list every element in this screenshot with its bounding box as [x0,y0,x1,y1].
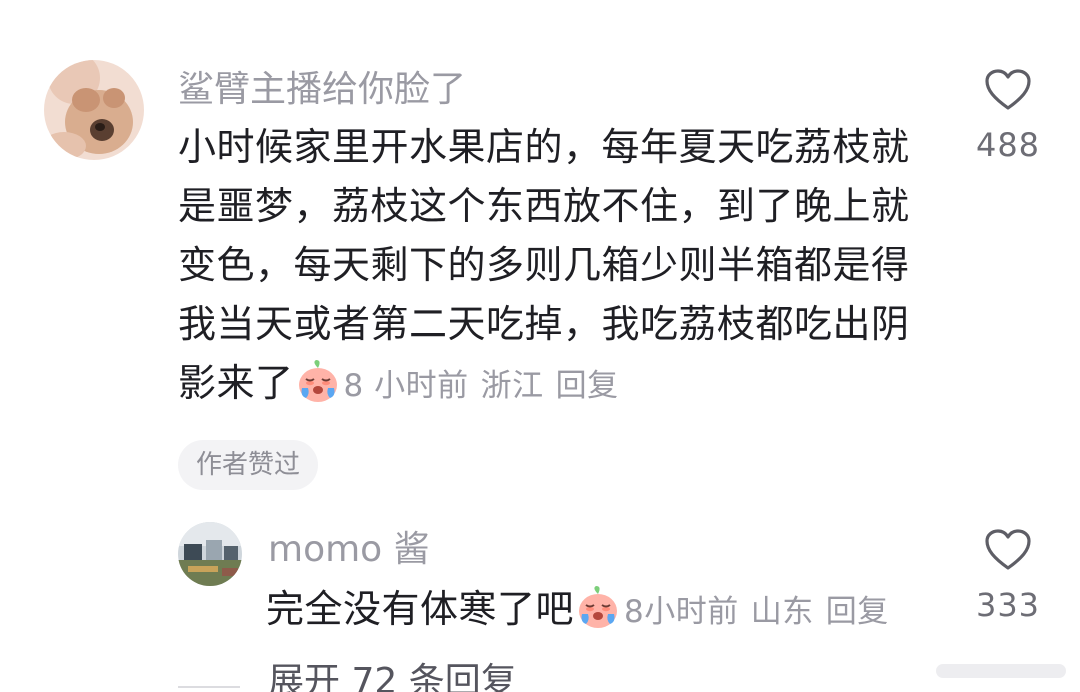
crying-face-emoji-icon [298,360,337,402]
reply-location: 山东 [750,594,814,630]
heart-icon[interactable] [984,528,1032,572]
comment-meta: 8 小时前 浙江 回复 [344,368,619,404]
reply-line: 完全没有体寒了吧 8小时前 山东 回复 [266,580,889,639]
like-count: 333 [975,586,1041,624]
reply-text: 完全没有体寒了吧 8小时前 山东 回复 [266,580,889,639]
comment-text: 小时候家里开水果店的，每年夏天吃荔枝就 是噩梦，荔枝这个东西放不住，到了晚上就 … [178,118,910,413]
like-control[interactable]: 488 [966,68,1050,164]
like-control[interactable]: 333 [966,528,1050,624]
comment-line: 我当天或者第二天吃掉，我吃荔枝都吃出阴 [178,302,910,346]
heart-icon[interactable] [984,68,1032,112]
watermark-icon [936,664,1066,678]
comment-line: 变色，每天剩下的多则几箱少则半箱都是得 [178,243,910,287]
comment-line-end: 影来了 [178,361,294,405]
reply-meta: 8小时前 山东 回复 [624,594,889,630]
reply-button[interactable]: 回复 [826,594,889,630]
comment-location: 浙江 [480,368,544,404]
comment-line: 小时候家里开水果店的，每年夏天吃荔枝就 [178,125,910,169]
expand-replies-button[interactable]: 展开 72 条回复 [268,664,517,692]
comment-username[interactable]: 鲨臂主播给你脸了 [178,72,466,108]
reply-username[interactable]: momo 酱 [268,532,430,568]
crying-face-emoji-icon [579,586,618,628]
reply-content: 完全没有体寒了吧 [266,587,575,631]
author-liked-badge: 作者赞过 [178,440,319,490]
reply-button[interactable]: 回复 [556,368,619,404]
avatar[interactable] [44,60,144,160]
reply-time: 8小时前 [624,594,739,630]
comment-last-line: 影来了 8 小时前 浙江 回复 [178,354,910,413]
comment-line: 是噩梦，荔枝这个东西放不住，到了晚上就 [178,184,910,228]
avatar[interactable] [178,522,242,586]
comment-time: 8 小时前 [343,368,469,404]
comment-thread: 鲨臂主播给你脸了 小时候家里开水果店的，每年夏天吃荔枝就 是噩梦，荔枝这个东西放… [0,0,1080,692]
like-count: 488 [975,126,1041,164]
divider [178,686,240,688]
